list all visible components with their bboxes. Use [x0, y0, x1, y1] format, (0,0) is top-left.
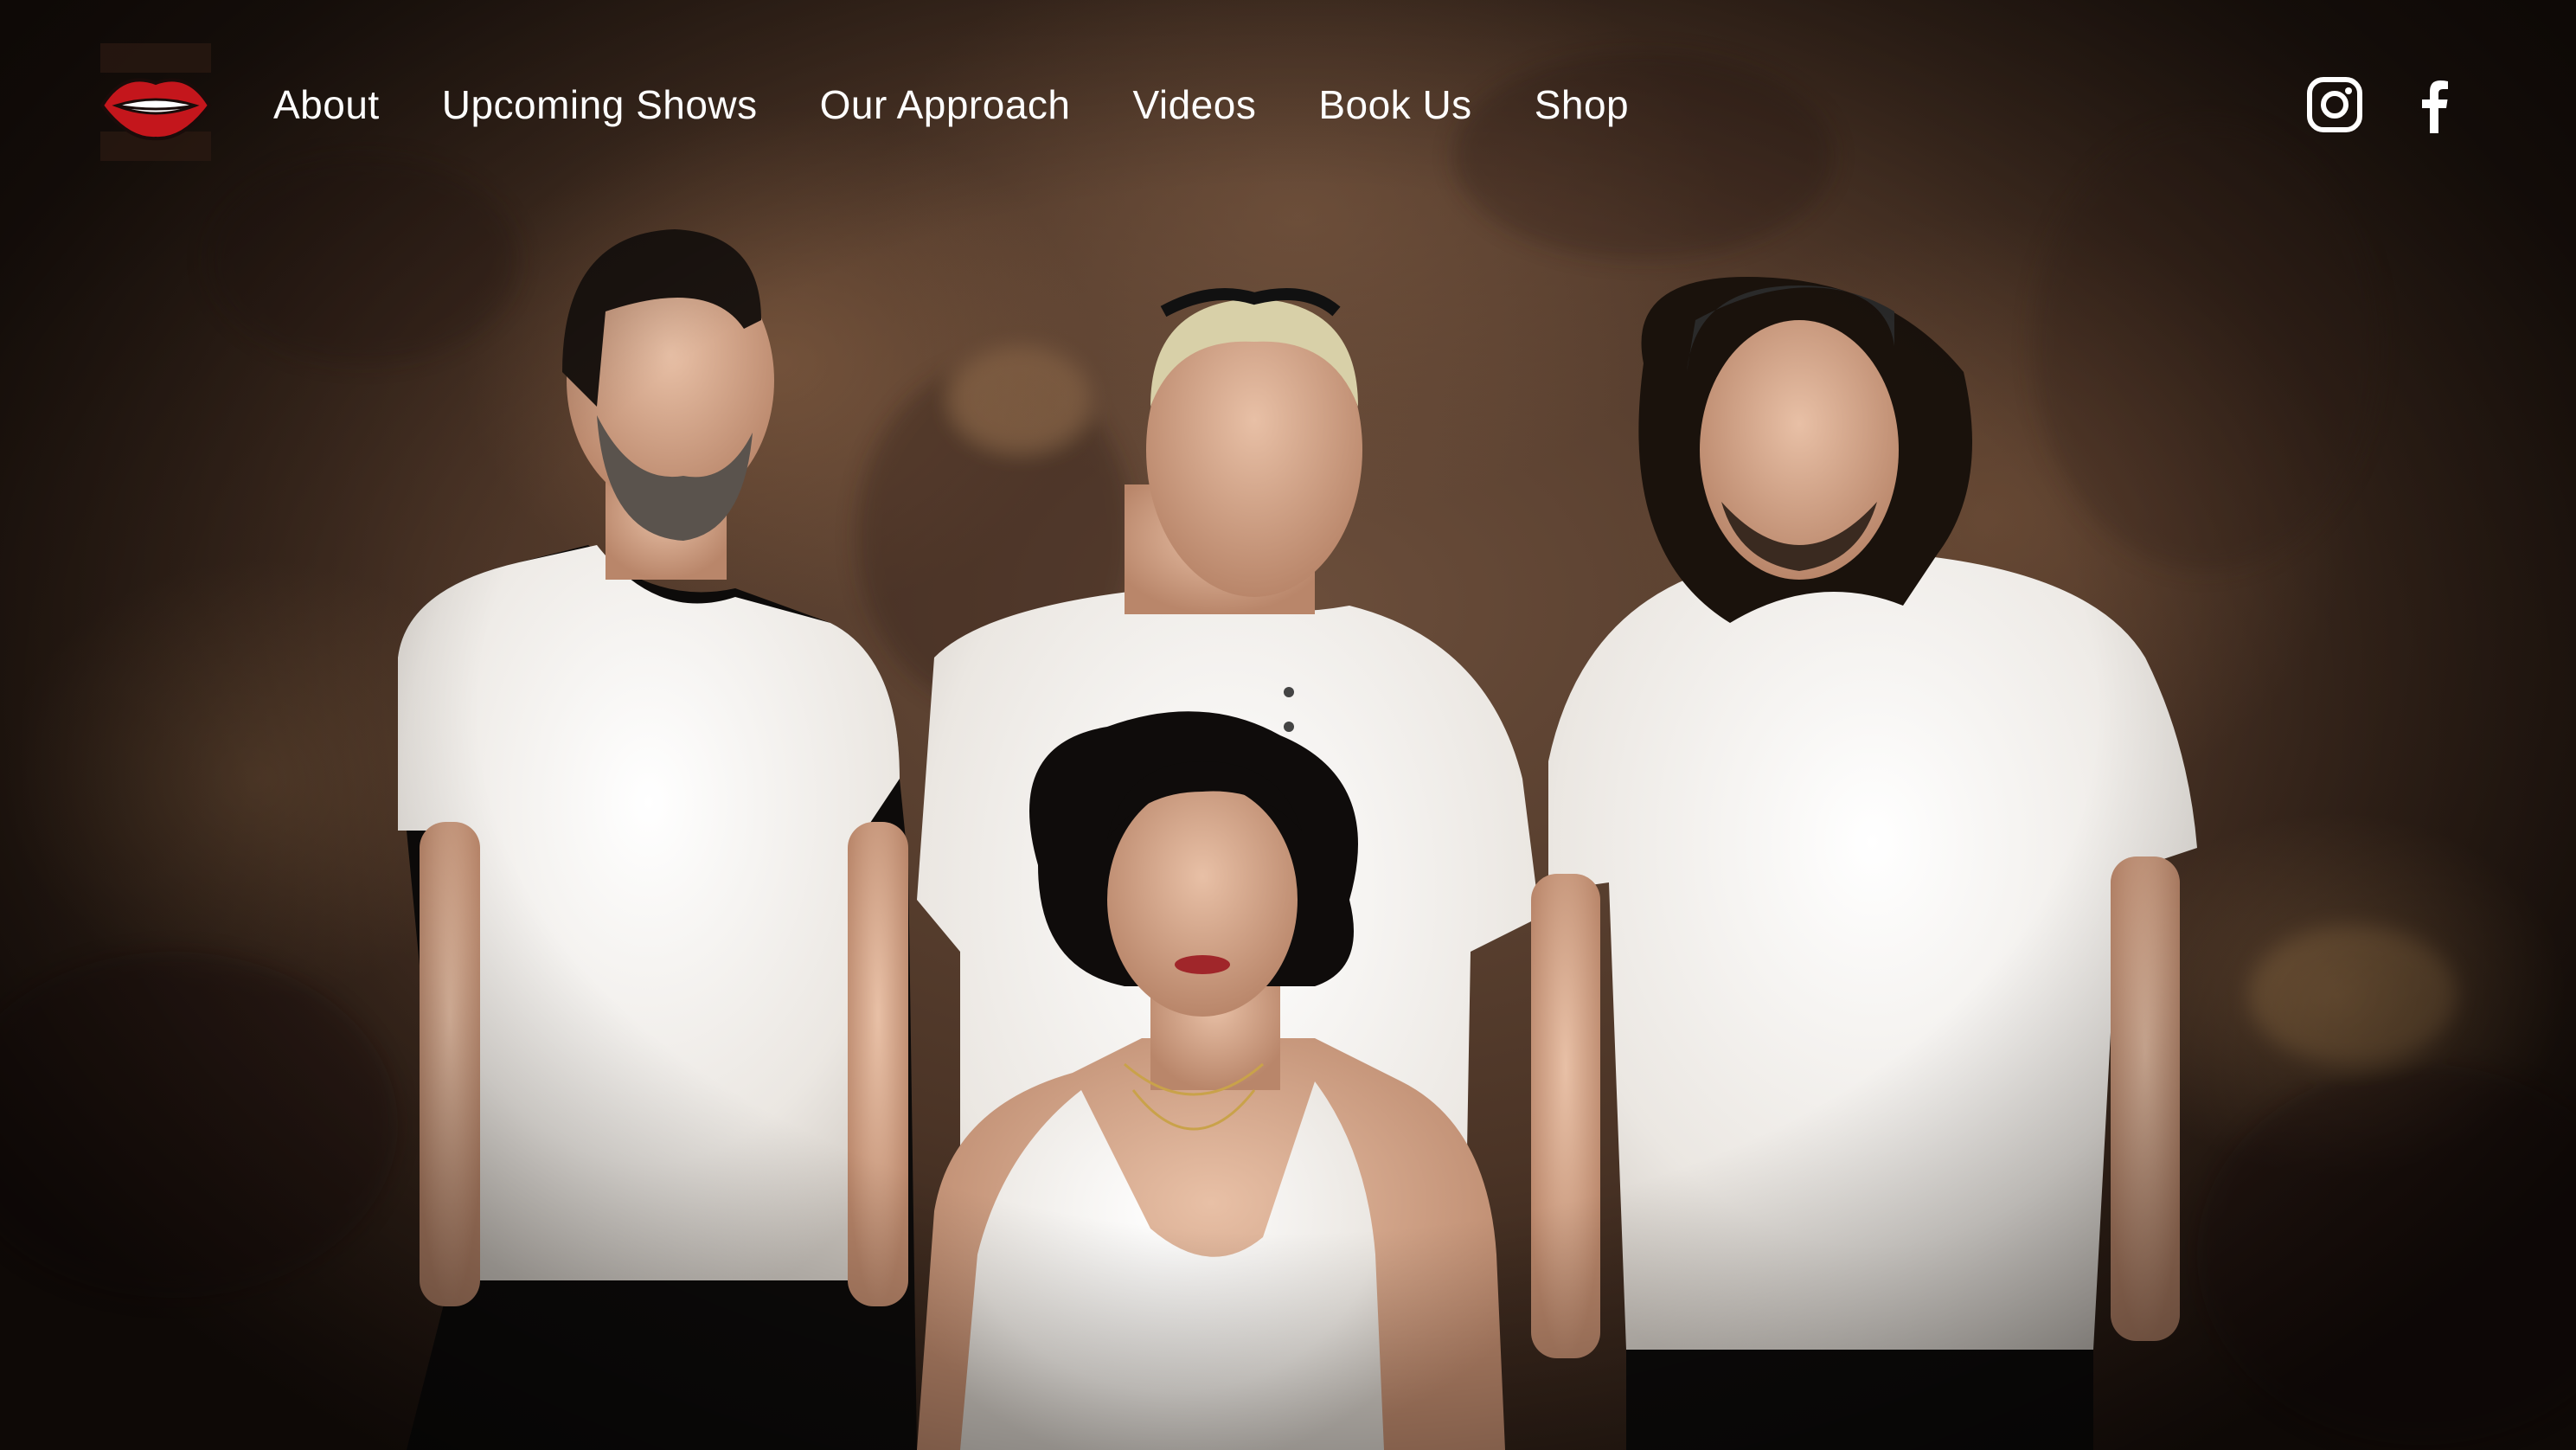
nav-item-upcoming-shows[interactable]: Upcoming Shows — [442, 81, 758, 128]
site-header: About Upcoming Shows Our Approach Videos… — [0, 0, 2576, 208]
nav-item-shop[interactable]: Shop — [1535, 81, 1629, 128]
instagram-icon[interactable] — [2306, 76, 2363, 133]
facebook-icon[interactable] — [2406, 76, 2464, 133]
lips-logo-icon[interactable] — [97, 38, 215, 166]
photo-vignette — [0, 0, 2576, 1450]
main-navigation: About Upcoming Shows Our Approach Videos… — [273, 76, 1691, 133]
nav-item-our-approach[interactable]: Our Approach — [820, 81, 1071, 128]
nav-item-videos[interactable]: Videos — [1133, 81, 1257, 128]
nav-item-book-us[interactable]: Book Us — [1318, 81, 1471, 128]
hero-band-photo — [0, 0, 2576, 1450]
nav-item-about[interactable]: About — [273, 81, 380, 128]
